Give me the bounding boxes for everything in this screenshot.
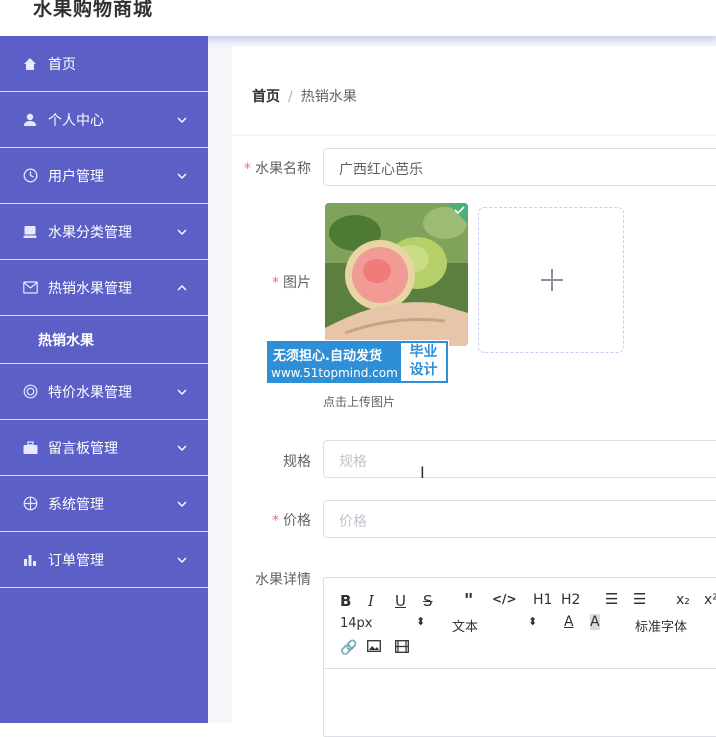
sidebar-item-message-board[interactable]: 留言板管理 [0,420,208,476]
sidebar: 首页 个人中心 用户管理 水果分类管理 热销水果管理 热销水果 特价水果管理 留… [0,36,208,723]
text-style-select[interactable]: 文本 [452,616,478,635]
user-icon [22,112,38,128]
sidebar-item-label: 热销水果管理 [48,280,132,297]
editor-content-area[interactable] [324,669,716,737]
bullet-list-icon[interactable]: ☰ [633,590,646,608]
ordered-list-icon[interactable]: ☰ [605,590,618,608]
superscript-button[interactable]: x² [704,592,716,608]
select-arrows-icon: ⬍ [528,615,538,628]
bar-chart-icon [22,552,38,568]
subscript-button[interactable]: x₂ [676,592,690,608]
sidebar-item-home[interactable]: 首页 [0,36,208,92]
price-label: * 价格 [272,513,311,529]
chevron-down-icon [177,117,187,123]
sidebar-item-order-management[interactable]: 订单管理 [0,532,208,588]
spec-placeholder: 规格 [339,454,367,470]
sidebar-subitem-label: 热销水果 [38,332,94,349]
code-block-button[interactable]: </> [492,592,517,606]
price-input[interactable]: 价格 [323,500,716,538]
sidebar-item-special-fruit[interactable]: 特价水果管理 [0,364,208,420]
header-2-button[interactable]: H2 [561,592,580,608]
sidebar-subitem-hot-fruit[interactable]: 热销水果 [0,316,208,364]
font-size-select[interactable]: 14px [340,616,373,631]
rich-text-editor: B I U S " </> H1 H2 ☰ ☰ x₂ x² 14px ⬍ 文本 … [323,577,716,737]
main-content: 首页 / 热销水果 * 水果名称 广西红心芭乐 * 图片 无须担心.自动发货 w… [208,36,716,737]
breadcrumb-current: 热销水果 [300,89,357,105]
breadcrumb-home-link[interactable]: 首页 [252,89,280,105]
fruit-name-value: 广西红心芭乐 [339,162,423,178]
sidebar-item-label: 订单管理 [48,552,104,569]
image-label: * 图片 [272,275,311,291]
briefcase-icon [22,440,38,456]
breadcrumb: 首页 / 热销水果 [252,86,357,106]
home-icon [22,56,38,72]
sidebar-item-label: 特价水果管理 [48,384,132,401]
target-icon [22,384,38,400]
uploaded-fruit-image[interactable] [325,203,468,346]
breadcrumb-separator: / [288,89,293,105]
header-1-button[interactable]: H1 [533,592,552,608]
select-arrows-icon: ⬍ [416,615,426,628]
add-image-button[interactable] [478,207,624,353]
sidebar-item-label: 系统管理 [48,496,104,513]
watermark-text: 无须担心.自动发货 [273,349,382,364]
sidebar-item-fruit-category[interactable]: 水果分类管理 [0,204,208,260]
chevron-down-icon [177,389,187,395]
sidebar-item-personal-center[interactable]: 个人中心 [0,92,208,148]
app-title: 水果购物商城 [33,0,154,20]
sidebar-item-hot-fruit-management[interactable]: 热销水果管理 [0,260,208,316]
detail-label: 水果详情 [255,572,311,588]
italic-button[interactable]: I [368,592,374,610]
video-icon[interactable] [395,640,409,657]
link-icon[interactable]: 🔗 [340,640,357,656]
background-color-button[interactable]: A [590,614,600,630]
underline-button[interactable]: U [395,592,406,610]
chevron-down-icon [177,445,187,451]
font-family-select[interactable]: 标准字体 [635,616,687,635]
compass-icon [22,496,38,512]
sidebar-item-label: 用户管理 [48,168,104,185]
chevron-down-icon [177,501,187,507]
editor-toolbar: B I U S " </> H1 H2 ☰ ☰ x₂ x² 14px ⬍ 文本 … [324,578,716,669]
fruit-name-input[interactable]: 广西红心芭乐 [323,148,716,186]
blockquote-button[interactable]: " [464,590,473,611]
spec-label: 规格 [283,454,311,470]
sidebar-item-label: 首页 [48,56,76,73]
strike-button[interactable]: S [423,592,433,610]
watermark-url: www.51topmind.com [271,366,398,380]
sidebar-item-system-management[interactable]: 系统管理 [0,476,208,532]
chevron-down-icon [177,229,187,235]
watermark-banner: 无须担心.自动发货 www.51topmind.com 毕业 设计 [266,340,449,384]
fruit-form: * 水果名称 广西红心芭乐 * 图片 无须担心.自动发货 www.51topmi… [232,136,716,737]
monitor-icon [22,224,38,240]
chevron-up-icon [177,284,187,290]
text-cursor-icon: I [420,463,425,482]
image-icon[interactable] [367,640,381,656]
top-header: 水果购物商城 [0,0,716,36]
name-label: * 水果名称 [244,161,311,177]
chevron-down-icon [177,557,187,563]
spec-input[interactable]: 规格 [323,440,716,478]
price-placeholder: 价格 [339,514,367,530]
mail-icon [22,280,38,296]
sidebar-item-user-management[interactable]: 用户管理 [0,148,208,204]
breadcrumb-panel: 首页 / 热销水果 [232,46,716,134]
font-color-button[interactable]: A [564,614,574,630]
sidebar-item-label: 个人中心 [48,112,104,129]
watermark-badge: 毕业 设计 [401,343,446,381]
sidebar-item-label: 留言板管理 [48,440,118,457]
sidebar-item-label: 水果分类管理 [48,224,132,241]
chevron-down-icon [177,173,187,179]
clock-icon [22,168,38,184]
bold-button[interactable]: B [340,592,351,610]
upload-tip: 点击上传图片 [323,395,396,409]
